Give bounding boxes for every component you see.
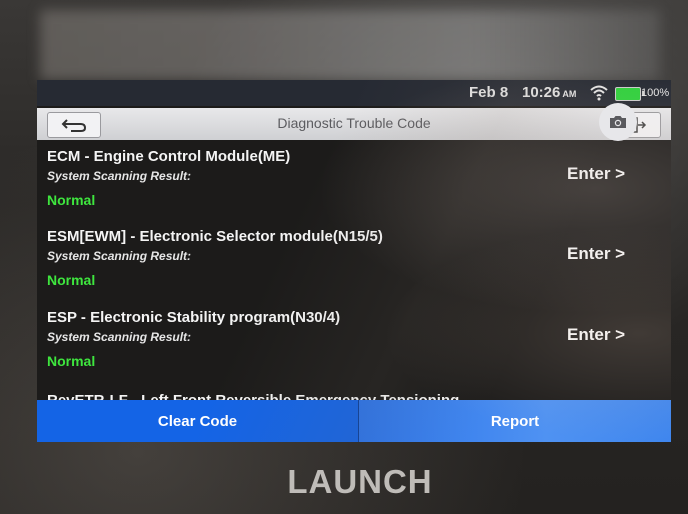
title-bar: Diagnostic Trouble Code	[37, 108, 671, 140]
module-status: Normal	[47, 272, 96, 288]
camera-icon	[610, 116, 626, 128]
status-ampm: AM	[562, 89, 577, 99]
glare	[40, 10, 660, 80]
wifi-icon	[590, 85, 608, 101]
bottom-action-bar: Clear Code Report	[37, 400, 671, 442]
list-item[interactable]: ESM[EWM] - Electronic Selector module(N1…	[37, 222, 671, 302]
module-subtitle: System Scanning Result:	[47, 249, 192, 263]
module-subtitle: System Scanning Result:	[47, 169, 192, 183]
module-status: Normal	[47, 192, 96, 208]
screenshot-button[interactable]	[599, 103, 637, 141]
screen: Feb 8 10:26 AM 100% Diagnostic Trouble Co…	[37, 80, 671, 442]
enter-button[interactable]: Enter >	[567, 325, 625, 345]
module-name: ECM - Engine Control Module(ME)	[47, 148, 291, 165]
module-name: ESP - Electronic Stability program(N30/4…	[47, 309, 341, 326]
module-name: ESM[EWM] - Electronic Selector module(N1…	[47, 228, 383, 245]
battery-icon	[615, 87, 644, 101]
battery-percent: 100%	[641, 87, 670, 99]
status-time-value: 10:26	[522, 84, 561, 101]
brand-logo: LAUNCH	[287, 463, 433, 500]
report-button[interactable]: Report	[359, 400, 671, 442]
clear-code-button[interactable]: Clear Code	[37, 400, 359, 442]
status-bar: Feb 8 10:26 AM 100%	[37, 80, 671, 106]
enter-button[interactable]: Enter >	[567, 244, 625, 264]
status-time: 10:26 AM	[522, 84, 576, 101]
module-status: Normal	[47, 353, 96, 369]
enter-button[interactable]: Enter >	[567, 164, 625, 184]
page-title: Diagnostic Trouble Code	[277, 115, 431, 131]
list-item[interactable]: ESP - Electronic Stability program(N30/4…	[37, 303, 671, 383]
module-list: ECM - Engine Control Module(ME) System S…	[37, 142, 671, 400]
module-name-partial[interactable]: RevETR-LF - Left Front Reversible Emerge…	[47, 392, 459, 400]
status-date: Feb 8	[469, 84, 509, 101]
module-subtitle: System Scanning Result:	[47, 330, 192, 344]
list-item[interactable]: ECM - Engine Control Module(ME) System S…	[37, 142, 671, 222]
